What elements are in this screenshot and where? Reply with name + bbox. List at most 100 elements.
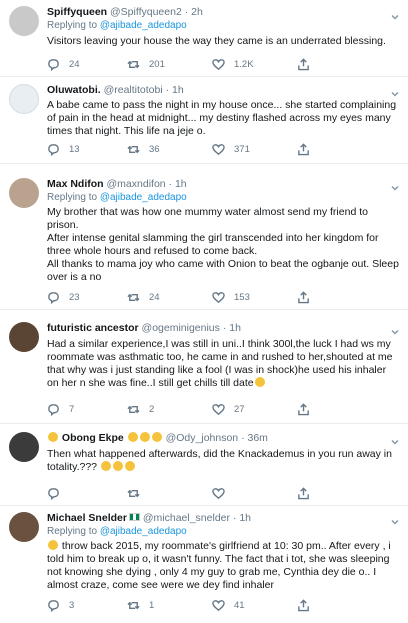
tweet-text: A babe came to pass the night in my hous… bbox=[47, 99, 397, 137]
handle[interactable]: @realtitotobi bbox=[104, 84, 163, 96]
reply-icon bbox=[48, 403, 59, 416]
like-icon bbox=[212, 403, 225, 415]
display-name[interactable]: Michael Snelder bbox=[47, 512, 127, 524]
like-icon bbox=[212, 599, 225, 611]
retweet-button[interactable]: 2 bbox=[127, 402, 154, 416]
retweet-icon bbox=[127, 145, 140, 153]
timestamp[interactable]: 1h bbox=[172, 84, 184, 96]
avatar[interactable] bbox=[9, 6, 39, 36]
tweet[interactable]: Oluwatobi. @realtitotobi · 1h A babe cam… bbox=[0, 77, 408, 164]
share-button[interactable] bbox=[297, 57, 310, 71]
reply-count: 3 bbox=[69, 599, 75, 611]
reply-icon bbox=[48, 143, 59, 156]
reply-mention-link[interactable]: @ajibade_adedapo bbox=[100, 192, 187, 203]
avatar[interactable] bbox=[9, 84, 39, 114]
reply-count: 23 bbox=[69, 291, 80, 303]
reply-button[interactable]: 13 bbox=[47, 142, 80, 156]
share-button[interactable] bbox=[297, 142, 310, 156]
share-button[interactable] bbox=[297, 290, 310, 304]
tweet-text: Visitors leaving your house the way they… bbox=[47, 35, 386, 47]
like-button[interactable]: 1.2K bbox=[212, 57, 254, 71]
like-button[interactable]: 153 bbox=[212, 290, 250, 304]
avatar[interactable] bbox=[9, 178, 39, 208]
handle[interactable]: @Ody_johnson bbox=[166, 432, 239, 444]
retweet-icon bbox=[127, 405, 140, 413]
reply-button[interactable]: 24 bbox=[47, 57, 80, 71]
share-icon bbox=[298, 402, 309, 415]
tweet-text: My brother that was how one mummy water … bbox=[47, 206, 399, 283]
handle[interactable]: @michael_snelder bbox=[143, 512, 230, 524]
handle[interactable]: @maxndifon bbox=[107, 178, 166, 190]
like-button[interactable]: 41 bbox=[212, 598, 245, 612]
retweet-count: 1 bbox=[149, 599, 155, 611]
share-icon bbox=[298, 290, 309, 303]
display-name[interactable]: Spiffyqueen bbox=[47, 6, 107, 18]
like-button[interactable]: 371 bbox=[212, 142, 250, 156]
like-icon bbox=[212, 143, 225, 155]
like-icon bbox=[212, 487, 225, 499]
tweet[interactable]: futuristic ancestor @ogeminigenius · 1h … bbox=[0, 310, 408, 424]
tweet[interactable]: Obong Ekpe @Ody_johnson · 36m Then what … bbox=[0, 424, 408, 506]
replying-to: Replying to @ajibade_adedapo bbox=[47, 20, 187, 31]
share-icon bbox=[298, 142, 309, 155]
tweet-actions: 23 24 153 bbox=[47, 290, 347, 304]
display-name[interactable]: Max Ndifon bbox=[47, 178, 104, 190]
reply-button[interactable]: 3 bbox=[47, 598, 74, 612]
reply-count: 7 bbox=[69, 403, 75, 415]
tweet[interactable]: Spiffyqueen @Spiffyqueen2 · 2h Replying … bbox=[0, 0, 408, 77]
retweet-count: 2 bbox=[149, 403, 155, 415]
display-name[interactable]: futuristic ancestor bbox=[47, 322, 139, 334]
handle[interactable]: @ogeminigenius bbox=[142, 322, 220, 334]
reply-mention-link[interactable]: @ajibade_adedapo bbox=[100, 526, 187, 537]
timestamp[interactable]: 36m bbox=[248, 432, 268, 444]
timestamp[interactable]: 1h bbox=[239, 512, 251, 524]
display-name[interactable]: Obong Ekpe bbox=[62, 432, 124, 444]
tweet[interactable]: Michael Snelder @michael_snelder · 1h Re… bbox=[0, 506, 408, 623]
retweet-button[interactable] bbox=[127, 486, 149, 500]
display-name[interactable]: Oluwatobi. bbox=[47, 84, 101, 96]
avatar[interactable] bbox=[9, 322, 39, 352]
emoji-icon bbox=[124, 461, 135, 471]
like-count: 371 bbox=[234, 143, 250, 155]
share-icon bbox=[298, 57, 309, 70]
timestamp[interactable]: 1h bbox=[229, 322, 241, 334]
tweet-actions: 3 1 41 bbox=[47, 598, 347, 612]
tweet-actions bbox=[47, 486, 347, 500]
retweet-button[interactable]: 1 bbox=[127, 598, 154, 612]
share-button[interactable] bbox=[297, 402, 310, 416]
reply-count: 24 bbox=[69, 58, 80, 70]
reply-icon bbox=[48, 58, 59, 71]
retweet-icon bbox=[127, 601, 140, 609]
like-button[interactable]: 27 bbox=[212, 402, 245, 416]
retweet-count: 201 bbox=[149, 58, 165, 70]
reply-icon bbox=[48, 291, 59, 304]
like-button[interactable] bbox=[212, 486, 234, 500]
retweet-count: 24 bbox=[149, 291, 160, 303]
handle[interactable]: @Spiffyqueen2 bbox=[110, 6, 182, 18]
retweet-icon bbox=[127, 293, 140, 301]
emoji-icon bbox=[100, 461, 111, 471]
replying-to: Replying to @ajibade_adedapo bbox=[47, 526, 187, 537]
reply-button[interactable]: 23 bbox=[47, 290, 80, 304]
retweet-icon bbox=[127, 60, 140, 68]
reply-icon bbox=[48, 599, 59, 612]
timestamp[interactable]: 1h bbox=[175, 178, 187, 190]
avatar[interactable] bbox=[9, 432, 39, 462]
reply-icon bbox=[48, 487, 59, 500]
emoji-icon bbox=[139, 432, 150, 442]
tweet[interactable]: Max Ndifon @maxndifon · 1h Replying to @… bbox=[0, 164, 408, 310]
reply-button[interactable] bbox=[47, 486, 69, 500]
reply-mention-link[interactable]: @ajibade_adedapo bbox=[100, 20, 187, 31]
share-button[interactable] bbox=[297, 486, 310, 500]
avatar[interactable] bbox=[9, 512, 39, 542]
retweet-button[interactable]: 201 bbox=[127, 57, 165, 71]
retweet-button[interactable]: 36 bbox=[127, 142, 160, 156]
like-count: 41 bbox=[234, 599, 245, 611]
emoji-icon bbox=[127, 432, 138, 442]
timestamp[interactable]: 2h bbox=[191, 6, 203, 18]
retweet-count: 36 bbox=[149, 143, 160, 155]
retweet-button[interactable]: 24 bbox=[127, 290, 160, 304]
share-button[interactable] bbox=[297, 598, 310, 612]
emoji-icon bbox=[254, 377, 265, 387]
reply-button[interactable]: 7 bbox=[47, 402, 74, 416]
